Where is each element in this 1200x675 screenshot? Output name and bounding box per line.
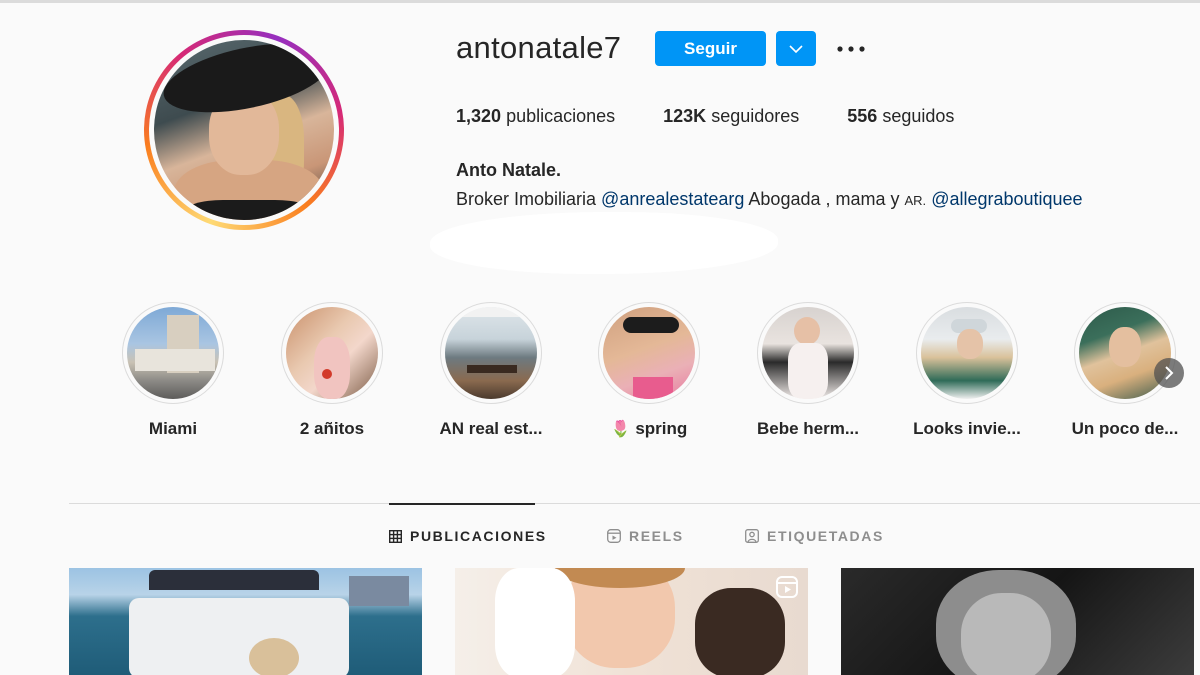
- reel-icon: [776, 576, 798, 603]
- active-tab-indicator: [389, 503, 535, 505]
- highlight-an-real-estate[interactable]: AN real est...: [426, 302, 556, 439]
- highlight-label: Miami: [148, 419, 198, 438]
- redacted-area: [430, 212, 778, 274]
- highlight-looks-invierno[interactable]: Looks invie...: [902, 302, 1032, 439]
- highlight-cover: [1079, 307, 1171, 399]
- highlight-2-anitos[interactable]: 2 añitos: [267, 302, 397, 439]
- profile-stats: 1,320 publicaciones 123K seguidores 556 …: [456, 106, 1002, 127]
- highlight-label: 🌷 spring: [610, 419, 688, 438]
- tulip-emoji: 🌷: [610, 421, 631, 438]
- posts-stat: 1,320 publicaciones: [456, 106, 616, 126]
- bio-mention-anrealestatearg[interactable]: @anrealestatearg: [601, 189, 744, 209]
- tagged-icon: [745, 529, 759, 543]
- tab-label: ETIQUETADAS: [767, 528, 884, 544]
- post-thumbnail[interactable]: [841, 568, 1194, 675]
- highlight-label: Looks invie...: [913, 419, 1021, 438]
- reels-icon: [607, 529, 621, 543]
- more-options-button[interactable]: [833, 34, 869, 64]
- tab-label: REELS: [629, 528, 684, 544]
- highlight-bebe-hermosa[interactable]: Bebe herm...: [743, 302, 873, 439]
- post-thumbnail[interactable]: [69, 568, 422, 675]
- avatar-photo: [154, 40, 334, 220]
- highlight-label: 2 añitos: [299, 419, 365, 438]
- follow-button[interactable]: Seguir: [655, 31, 766, 66]
- highlight-spring[interactable]: 🌷 spring: [584, 302, 714, 439]
- tab-etiquetadas[interactable]: ETIQUETADAS: [745, 528, 884, 544]
- highlight-cover: [127, 307, 219, 399]
- post-thumbnail[interactable]: [455, 568, 808, 675]
- more-options-icon: [837, 46, 865, 52]
- tab-reels[interactable]: REELS: [607, 528, 684, 544]
- highlight-cover: [445, 307, 537, 399]
- bio-mention-allegraboutiquee[interactable]: @allegraboutiquee: [931, 189, 1082, 209]
- tab-label: PUBLICACIONES: [410, 528, 547, 544]
- profile-avatar[interactable]: [144, 30, 344, 230]
- highlight-cover: [603, 307, 695, 399]
- highlight-cover: [762, 307, 854, 399]
- highlight-cover: [286, 307, 378, 399]
- tab-publicaciones[interactable]: PUBLICACIONES: [389, 528, 547, 544]
- suggested-dropdown-button[interactable]: [776, 31, 816, 66]
- highlight-label: Un poco de...: [1071, 419, 1179, 438]
- grid-icon: [389, 529, 402, 543]
- following-stat[interactable]: 556 seguidos: [847, 106, 954, 127]
- top-border: [0, 0, 1200, 3]
- highlights-next-button[interactable]: [1154, 358, 1184, 388]
- tabs-divider: [69, 503, 1200, 504]
- highlight-label: Bebe herm...: [756, 419, 860, 438]
- highlight-miami[interactable]: Miami: [108, 302, 238, 439]
- profile-username: antonatale7: [456, 30, 622, 65]
- chevron-right-icon: [1165, 366, 1174, 380]
- profile-full-name: Anto Natale.: [456, 160, 562, 180]
- followers-stat[interactable]: 123K seguidores: [663, 106, 799, 127]
- highlight-label: AN real est...: [439, 419, 543, 438]
- chevron-down-icon: [789, 44, 803, 53]
- highlight-cover: [921, 307, 1013, 399]
- profile-bio: Broker Imobiliaria @anrealestatearg Abog…: [456, 189, 1083, 209]
